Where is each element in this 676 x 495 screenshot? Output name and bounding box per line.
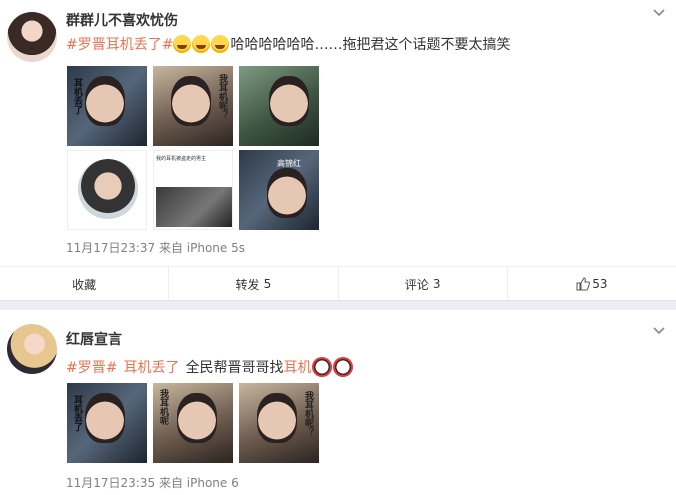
comment-label: 评论 [404, 277, 429, 292]
post-text: #罗晋# 耳机丢了 全民帮晋哥哥找 耳机 [66, 357, 354, 377]
post-separator [0, 300, 676, 310]
image-caption: 我耳机呢？ [303, 391, 313, 436]
hashtag-link[interactable]: #罗晋# [66, 357, 117, 377]
image-thumb[interactable] [239, 66, 319, 146]
collect-label: 收藏 [72, 277, 97, 292]
chevron-down-icon[interactable] [652, 324, 666, 338]
repost-button[interactable]: 转发 5 [169, 267, 339, 301]
image-thumb[interactable]: 高锦红 [239, 150, 319, 230]
avatar[interactable] [7, 12, 57, 62]
image-caption: 我的耳机被盗走的男主 [156, 156, 207, 162]
chevron-down-icon[interactable] [652, 6, 666, 20]
hashtag-link[interactable]: 耳机丢了 [123, 357, 179, 377]
image-caption: 耳机丢了 [72, 78, 82, 114]
source: 来自 iPhone 5s [158, 241, 245, 255]
comment-button[interactable]: 评论 3 [339, 267, 508, 301]
image-caption: 我耳机呢 [158, 389, 168, 425]
post-meta: 11月17日23:37 来自 iPhone 5s [66, 239, 245, 256]
collect-button[interactable]: 收藏 [0, 267, 170, 301]
like-button[interactable]: 53 [508, 267, 676, 301]
post-text: #罗晋耳机丢了# 哈哈哈哈哈哈……拖把君这个话题不要太搞笑 [66, 34, 510, 54]
image-caption: 耳机丢了 [72, 395, 82, 431]
post-body: 哈哈哈哈哈哈……拖把君这个话题不要太搞笑 [230, 37, 511, 53]
timestamp[interactable]: 11月17日23:35 [66, 476, 155, 490]
repost-count: 5 [263, 277, 272, 291]
source: 来自 iPhone 6 [158, 476, 239, 490]
like-icon [576, 277, 591, 291]
image-thumb[interactable]: 我的耳机被盗走的男主 [153, 150, 233, 230]
emoji-laugh-icon [173, 35, 192, 53]
post-card: 群群儿不喜欢忧伤 #罗晋耳机丢了# 哈哈哈哈哈哈……拖把君这个话题不要太搞笑 耳… [0, 0, 676, 301]
avatar[interactable] [7, 324, 57, 374]
repost-label: 转发 [235, 277, 260, 292]
timestamp[interactable]: 11月17日23:37 [66, 241, 155, 255]
nickname[interactable]: 红唇宣言 [66, 329, 122, 349]
image-caption: 高锦红 [277, 159, 301, 168]
image-thumb[interactable] [67, 150, 147, 230]
like-count: 53 [592, 277, 608, 291]
image-thumb[interactable]: 我耳机呢 [153, 383, 233, 463]
image-thumb[interactable]: 耳机丢了 [67, 66, 147, 146]
action-bar: 收藏 转发 5 评论 3 53 [0, 266, 676, 301]
comment-count: 3 [432, 277, 441, 291]
link-text[interactable]: 耳机 [283, 357, 311, 377]
emoji-laugh-icon [211, 35, 230, 53]
image-thumb[interactable]: 耳机丢了 [67, 383, 147, 463]
post-body: 全民帮晋哥哥找 [185, 360, 284, 376]
image-thumb[interactable]: 我耳机呢？ [239, 383, 319, 463]
nickname[interactable]: 群群儿不喜欢忧伤 [66, 10, 178, 30]
emoji-laugh-icon [192, 35, 211, 53]
image-caption: 我耳机呢？ [217, 74, 227, 119]
hashtag-link[interactable]: #罗晋耳机丢了# [66, 34, 173, 54]
image-thumb[interactable]: 我耳机呢？ [153, 66, 233, 146]
emoji-face-icon [312, 357, 333, 377]
post-card: 红唇宣言 #罗晋# 耳机丢了 全民帮晋哥哥找 耳机 耳机丢了 我耳机呢 我耳机呢… [0, 310, 676, 495]
emoji-face-icon [333, 357, 354, 377]
post-meta: 11月17日23:35 来自 iPhone 6 [66, 474, 239, 491]
